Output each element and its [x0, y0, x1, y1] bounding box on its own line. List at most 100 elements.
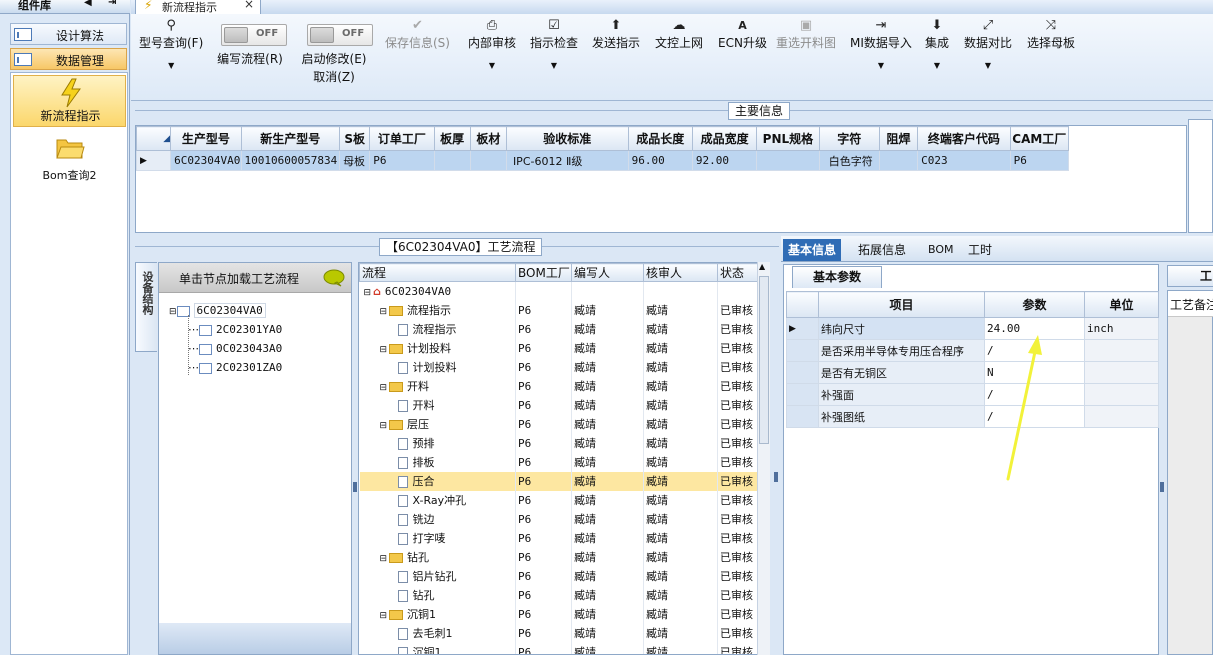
flow-reviewer-cell[interactable]: 臧靖 [643, 300, 718, 320]
flow-writer-cell[interactable]: 臧靖 [571, 547, 644, 567]
expand-icon[interactable]: ⊟ [380, 307, 388, 317]
flow-name-cell[interactable]: ⊟ 计划投料 [359, 338, 516, 358]
column-header[interactable]: 成品宽度 [691, 126, 758, 151]
flow-writer-cell[interactable]: 臧靖 [571, 452, 644, 472]
send-instruction-button[interactable]: ⬆ 发送指示 [592, 18, 640, 51]
data-compare-button[interactable]: ⤢ 数据对比 ▼ [964, 18, 1012, 70]
table-cell[interactable]: 6C02304VA0 [170, 150, 242, 171]
flow-bom-cell[interactable]: P6 [515, 547, 572, 567]
bom-query-button[interactable]: Bom查询2 [13, 133, 126, 185]
tree-node-root[interactable]: ⊟ 6C02304VA0 [169, 303, 266, 319]
tab-bom[interactable]: BOM [923, 239, 959, 261]
mi-import-button[interactable]: ⇥ MI数据导入 ▼ [850, 18, 912, 70]
table-row[interactable]: 补强面 / [786, 383, 1159, 406]
table-row[interactable]: ⊟ 开料 P6 臧靖 臧靖 已审核 [359, 376, 769, 396]
flow-name-cell[interactable]: 钻孔 [359, 585, 516, 605]
expand-icon[interactable]: ⊟ [380, 421, 388, 431]
column-header[interactable]: 项目 [818, 291, 985, 318]
table-cell[interactable]: P6 [369, 150, 435, 171]
dropdown-arrow-icon[interactable]: ▼ [964, 61, 1012, 70]
flow-name-cell[interactable]: ⊟ 开料 [359, 376, 516, 396]
flow-writer-cell[interactable]: 臧靖 [571, 414, 644, 434]
flow-bom-cell[interactable]: P6 [515, 604, 572, 624]
flow-bom-cell[interactable]: P6 [515, 471, 572, 491]
reselect-cutting-button[interactable]: ▣ 重选开料图 [776, 18, 836, 51]
flow-reviewer-cell[interactable]: 臧靖 [643, 319, 718, 339]
pin-icon[interactable]: ⇥ [108, 0, 116, 8]
flow-bom-cell[interactable]: P6 [515, 433, 572, 453]
model-query-button[interactable]: ⚲ 型号查询(F) ▼ [139, 18, 203, 70]
tab-basic-info[interactable]: 基本信息 [783, 239, 842, 261]
column-header[interactable]: 阻焊 [878, 126, 919, 151]
flow-reviewer-cell[interactable]: 臧靖 [643, 452, 718, 472]
table-cell[interactable] [469, 150, 507, 171]
flow-writer-cell[interactable]: 臧靖 [571, 300, 644, 320]
table-cell[interactable]: C023 [917, 150, 1011, 171]
dropdown-arrow-icon[interactable]: ▼ [468, 61, 516, 70]
table-cell[interactable] [433, 150, 471, 171]
flow-name-cell[interactable]: ⊟ 流程指示 [359, 300, 516, 320]
table-row[interactable]: 开料 P6 臧靖 臧靖 已审核 [359, 395, 769, 415]
table-row[interactable]: ⊟ 计划投料 P6 臧靖 臧靖 已审核 [359, 338, 769, 358]
flow-writer-cell[interactable]: 臧靖 [571, 490, 644, 510]
table-row[interactable]: ▶ 6C02304VA0 10010600057834 母板 P6 IPC-60… [135, 150, 1070, 171]
table-row[interactable]: ▶ 纬向尺寸 24.00 inch [786, 317, 1159, 340]
tree-node-child[interactable]: ⋯ 2C02301ZA0 [188, 360, 282, 376]
flow-bom-cell[interactable] [515, 281, 572, 301]
expand-icon[interactable]: ⊟ [364, 288, 372, 298]
flow-name-cell[interactable]: 计划投料 [359, 357, 516, 377]
flow-name-cell[interactable]: 铝片钻孔 [359, 566, 516, 586]
doc-online-button[interactable]: ☁ 文控上网 [655, 18, 703, 51]
flow-reviewer-cell[interactable]: 臧靖 [643, 490, 718, 510]
table-row[interactable]: 铣边 P6 臧靖 臧靖 已审核 [359, 509, 769, 529]
flow-reviewer-cell[interactable]: 臧靖 [643, 433, 718, 453]
column-header[interactable]: 终端客户代码 [917, 126, 1011, 151]
flow-bom-cell[interactable]: P6 [515, 357, 572, 377]
sidebar-item-design-algorithm[interactable]: 设计算法 [10, 23, 127, 45]
select-motherboard-button[interactable]: ⤨ 选择母板 [1027, 18, 1075, 51]
flow-reviewer-cell[interactable]: 臧靖 [643, 414, 718, 434]
flow-reviewer-cell[interactable]: 臧靖 [643, 471, 718, 491]
table-cell[interactable]: IPC-6012 Ⅱ级 [505, 150, 629, 171]
flow-name-cell[interactable]: 流程指示 [359, 319, 516, 339]
flow-bom-cell[interactable]: P6 [515, 338, 572, 358]
flow-name-cell[interactable]: 去毛刺1 [359, 623, 516, 643]
expand-icon[interactable]: ⊟ [380, 383, 388, 393]
tab-extended-info[interactable]: 拓展信息 [853, 239, 911, 261]
scroll-thumb[interactable] [759, 276, 769, 444]
flow-reviewer-cell[interactable] [643, 281, 718, 301]
close-icon[interactable]: × [244, 0, 254, 11]
column-header[interactable]: 成品长度 [627, 126, 693, 151]
sidebar-item-data-management[interactable]: 数据管理 [10, 48, 127, 70]
column-header[interactable]: BOM工厂 [515, 263, 572, 282]
table-cell[interactable] [878, 150, 919, 171]
flow-name-cell[interactable]: ⊟ 钻孔 [359, 547, 516, 567]
splitter-handle[interactable] [1160, 482, 1164, 492]
flow-bom-cell[interactable]: P6 [515, 300, 572, 320]
flow-bom-cell[interactable]: P6 [515, 642, 572, 654]
table-row[interactable]: 铝片钻孔 P6 臧靖 臧靖 已审核 [359, 566, 769, 586]
flow-bom-cell[interactable]: P6 [515, 623, 572, 643]
table-cell[interactable]: P6 [1009, 150, 1070, 171]
table-row[interactable]: 计划投料 P6 臧靖 臧靖 已审核 [359, 357, 769, 377]
table-row[interactable]: 排板 P6 臧靖 臧靖 已审核 [359, 452, 769, 472]
flow-reviewer-cell[interactable]: 臧靖 [643, 604, 718, 624]
tree-node-child[interactable]: ⋯ 0C023043A0 [188, 341, 282, 357]
flow-name-cell[interactable]: ⊟ ⌂ 6C02304VA0 [359, 281, 516, 301]
flow-writer-cell[interactable] [571, 281, 644, 301]
tree-node-child[interactable]: ⋯ 2C02301YA0 [188, 322, 282, 338]
flow-reviewer-cell[interactable]: 臧靖 [643, 642, 718, 654]
column-header[interactable]: 板材 [469, 126, 507, 151]
flow-name-cell[interactable]: 沉铜1 [359, 642, 516, 654]
flow-bom-cell[interactable]: P6 [515, 414, 572, 434]
flow-bom-cell[interactable]: P6 [515, 319, 572, 339]
tab-new-process[interactable]: ⚡ 新流程指示 × [135, 0, 261, 15]
flow-name-cell[interactable]: 排板 [359, 452, 516, 472]
flow-writer-cell[interactable]: 臧靖 [571, 623, 644, 643]
table-row[interactable]: 补强图纸 / [786, 405, 1159, 428]
column-header[interactable]: CAM工厂 [1009, 126, 1070, 151]
flow-writer-cell[interactable]: 臧靖 [571, 566, 644, 586]
splitter-handle[interactable] [353, 482, 357, 492]
column-header[interactable]: 字符 [818, 126, 880, 151]
tab-device-structure[interactable]: 设备结构 [135, 262, 157, 352]
